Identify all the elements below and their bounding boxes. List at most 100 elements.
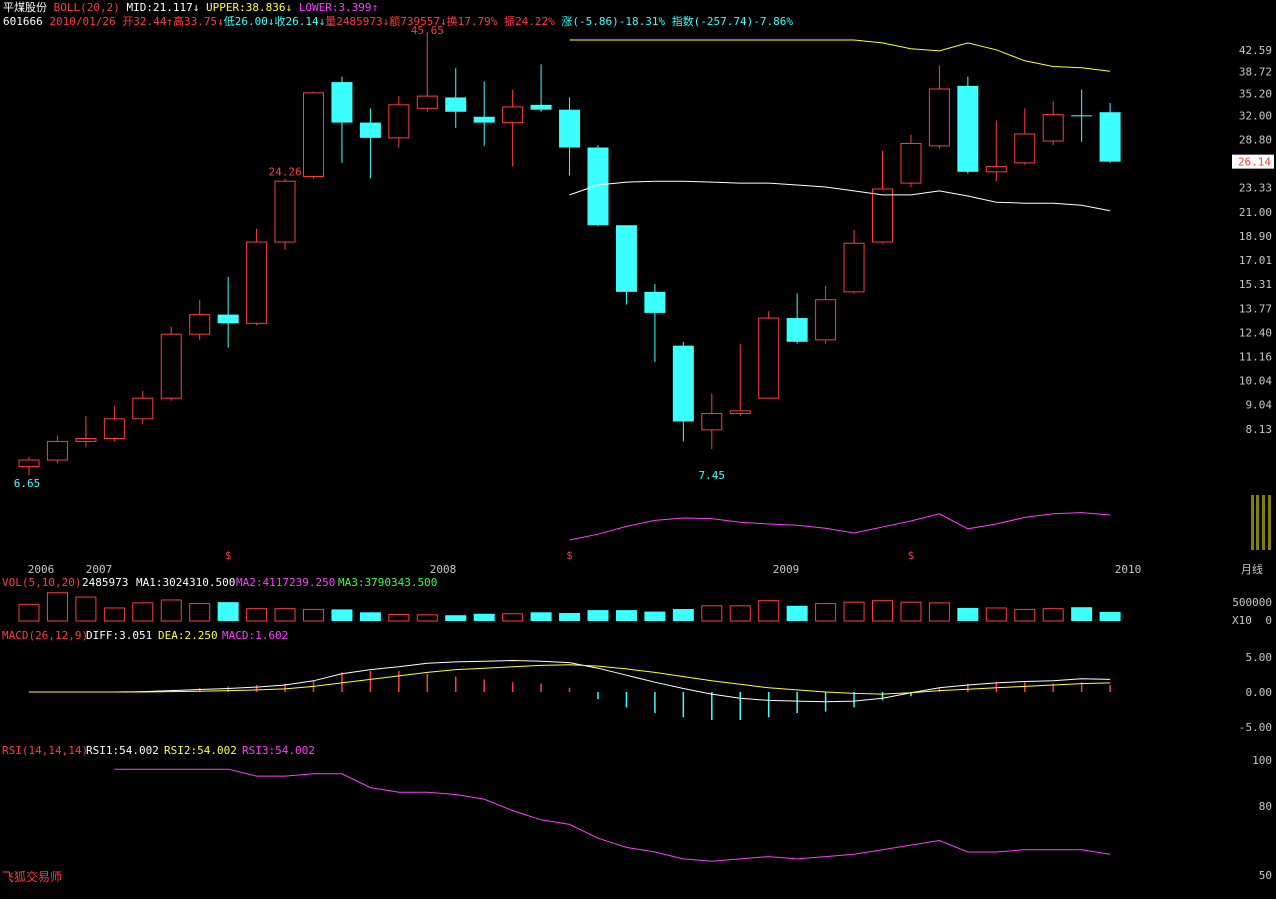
vol-axis-top: 500000 (1232, 596, 1272, 609)
volume-bar (502, 613, 524, 622)
volume-bar (758, 600, 780, 622)
candle-body (587, 147, 609, 226)
stock-chart[interactable]: 42.59 38.72 35.20 32.00 28.80 23.33 21.00 18.90… (0, 0, 1276, 899)
candle-body (246, 241, 268, 324)
price-axis-label: 23.33 (1239, 182, 1272, 195)
volume-bar (615, 610, 637, 621)
boll-mid-line (569, 180, 1111, 212)
period-label: 月线 (1241, 562, 1263, 576)
rsi-axis-label: 50 (1259, 869, 1272, 882)
price-axis-label: 15.31 (1239, 278, 1272, 291)
volume-bar (189, 603, 211, 622)
volume-bar (1071, 607, 1093, 621)
candle-body (559, 109, 581, 148)
candle-body (160, 333, 182, 399)
vol-ma1: MA1:3024310.500 (136, 576, 235, 589)
candle-body (530, 104, 552, 110)
price-axis-label: 18.90 (1239, 230, 1272, 243)
candle-body (416, 95, 438, 109)
price-axis-label: 42.59 (1239, 44, 1272, 57)
candle-body (957, 85, 979, 172)
vol-ma3: MA3:3790343.500 (338, 576, 437, 589)
volume-bar (587, 610, 609, 621)
candle-body (615, 225, 637, 292)
candle-body (388, 104, 410, 139)
rsi-label: RSI(14,14,14) (2, 744, 88, 757)
price-axis-label: 38.72 (1239, 66, 1272, 79)
volume-bar (132, 602, 154, 622)
macd-axis-label: -5.00 (1239, 721, 1272, 734)
macd-diff-line (29, 659, 1111, 703)
candle-body (786, 318, 808, 342)
price-axis-label: 8.13 (1246, 423, 1273, 436)
year-label: 2007 (86, 563, 113, 576)
candle-body (985, 165, 1007, 173)
candle-body (331, 82, 353, 123)
volume-bar (786, 605, 808, 621)
volume-bar (672, 609, 694, 621)
volume-bar (274, 608, 296, 622)
volume-bar (75, 596, 97, 622)
current-price-label: 26.14 (1238, 156, 1271, 169)
volume-bar (530, 612, 552, 621)
candle-body (758, 317, 780, 399)
volume-bar (1014, 608, 1036, 622)
candle-body (1071, 115, 1093, 117)
candle-body (75, 437, 97, 442)
candle-body (672, 345, 694, 422)
volume-bar (359, 612, 381, 621)
volume-bar (843, 601, 865, 622)
volume-bar (103, 607, 125, 622)
price-axis-label: 32.00 (1239, 109, 1272, 122)
candle-body (1014, 133, 1036, 164)
scale-bar (1268, 495, 1271, 550)
volume-bar (46, 592, 68, 622)
volume-bar (217, 602, 239, 621)
macd-label: MACD(26,12,9) (2, 629, 88, 642)
volume-bar (1042, 608, 1064, 622)
candle-body (473, 116, 495, 123)
year-label: 2009 (773, 563, 800, 576)
candle-body (900, 142, 922, 184)
period-marker: $ (225, 549, 232, 562)
vol-ma2: MA2:4117239.250 (236, 576, 335, 589)
volume-bar (900, 601, 922, 622)
macd-axis-label: 0.00 (1246, 686, 1273, 699)
rsi-axis-label: 100 (1252, 754, 1272, 767)
candle-body (103, 418, 125, 439)
macd-dea: DEA:2.250 (158, 629, 218, 642)
volume-bar (246, 608, 268, 622)
candle-body (815, 299, 837, 341)
macd-diff: DIFF:3.051 (86, 629, 152, 642)
vol-axis-zero: 0 (1265, 614, 1272, 627)
candle-body (872, 188, 893, 243)
candle-body (502, 106, 524, 124)
candle-body (46, 440, 68, 461)
candle-body (729, 410, 751, 414)
candle-body (274, 180, 296, 243)
rsi3: RSI3:54.002 (242, 744, 315, 757)
price-axis-label: 13.77 (1239, 302, 1272, 315)
scale-bar (1262, 495, 1265, 550)
period-marker: $ (908, 549, 915, 562)
volume-bar (473, 613, 495, 621)
low-price-label: 7.45 (699, 469, 726, 482)
year-label: 2008 (430, 563, 457, 576)
volume-bar (160, 599, 182, 622)
volume-bar (928, 602, 950, 622)
volume-bar (416, 614, 438, 622)
volume-bar (985, 607, 1007, 622)
candle-body (18, 459, 40, 468)
period-marker: $ (566, 549, 573, 562)
price-axis-label: 12.40 (1239, 326, 1272, 339)
volume-bar (388, 613, 410, 622)
max-price-label: 45.65 (411, 24, 444, 37)
vol-axis-unit: X10 (1232, 614, 1252, 627)
volume-bar (559, 613, 581, 621)
price-axis-label: 11.16 (1239, 350, 1272, 363)
candle-body (1042, 114, 1064, 142)
boll-upper-line (569, 39, 1111, 72)
volume-bar (331, 609, 353, 621)
price-axis-label: 9.04 (1246, 399, 1273, 412)
brand-label: 飞狐交易师 (2, 870, 63, 884)
